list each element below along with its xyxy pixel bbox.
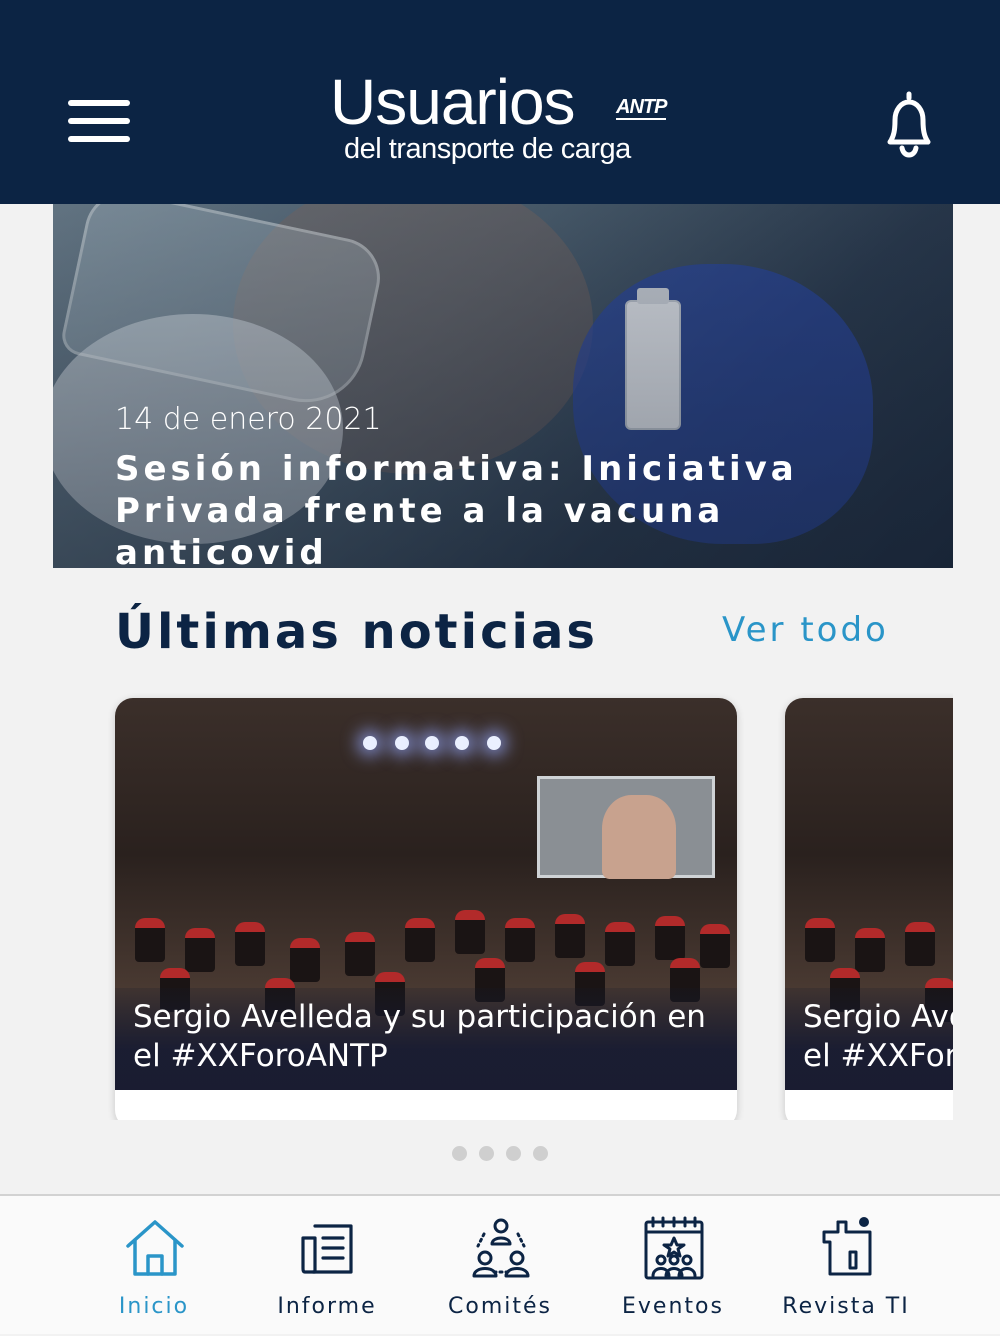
featured-title: Sesión informativa: Iniciativa Privada f… (115, 449, 798, 568)
logo-badge: ANTP (616, 96, 667, 120)
pager-dot[interactable] (506, 1146, 521, 1161)
section-title: Últimas noticias (115, 604, 598, 660)
tab-label: Inicio (118, 1294, 190, 1319)
news-card[interactable]: Sergio Avelleda y su participación en el… (785, 698, 953, 1120)
featured-date: 14 de enero 2021 (115, 402, 382, 437)
bottom-tab-bar: Inicio Informe Comités Eventos Revista T… (0, 1194, 1000, 1334)
tab-inicio[interactable]: Inicio (74, 1196, 234, 1336)
tab-label: Revista TI (782, 1294, 910, 1319)
stage-lights (355, 728, 555, 758)
tab-revista-ti[interactable]: Revista TI (766, 1196, 926, 1336)
news-card-title: Sergio Avelleda y su participación en el… (133, 999, 706, 1074)
menu-bar (68, 118, 130, 124)
committee-icon (472, 1218, 530, 1278)
logo-subtitle: del transporte de carga (344, 133, 631, 165)
see-all-link[interactable]: Ver todo (722, 610, 889, 650)
calendar-event-icon (644, 1216, 704, 1280)
tab-eventos[interactable]: Eventos (593, 1196, 753, 1336)
app-logo: Usuarios ANTP del transporte de carga (300, 66, 700, 176)
news-card-title: Sergio Avelleda y su participación en el… (803, 999, 953, 1074)
pager-dot[interactable] (479, 1146, 494, 1161)
logo-title: Usuarios (330, 66, 576, 138)
speaker-on-screen (602, 795, 676, 879)
bell-icon[interactable] (878, 88, 940, 160)
projection-screen (537, 776, 715, 879)
news-carousel[interactable]: Sergio Avelleda y su participación en el… (0, 690, 953, 1120)
home-icon (126, 1220, 184, 1276)
pager-dot[interactable] (452, 1146, 467, 1161)
magazine-ti-icon (822, 1217, 872, 1276)
pager-dot[interactable] (533, 1146, 548, 1161)
document-icon (301, 1224, 353, 1274)
featured-banner[interactable]: 14 de enero 2021 Sesión informativa: Ini… (53, 204, 953, 568)
news-card-image: Sergio Avelleda y su participación en el… (115, 698, 737, 1090)
carousel-pager[interactable] (452, 1146, 552, 1162)
hamburger-menu-icon[interactable] (66, 96, 132, 150)
menu-bar (68, 100, 130, 106)
app-header: Usuarios ANTP del transporte de carga (0, 0, 1000, 204)
menu-bar (68, 136, 130, 142)
tab-label: Eventos (622, 1294, 724, 1319)
tab-label: Comités (448, 1294, 552, 1319)
tab-label: Informe (277, 1294, 377, 1319)
tab-comites[interactable]: Comités (420, 1196, 580, 1336)
news-card-image: Sergio Avelleda y su participación en el… (785, 698, 953, 1090)
news-card[interactable]: Sergio Avelleda y su participación en el… (115, 698, 737, 1120)
tab-informe[interactable]: Informe (247, 1196, 407, 1336)
